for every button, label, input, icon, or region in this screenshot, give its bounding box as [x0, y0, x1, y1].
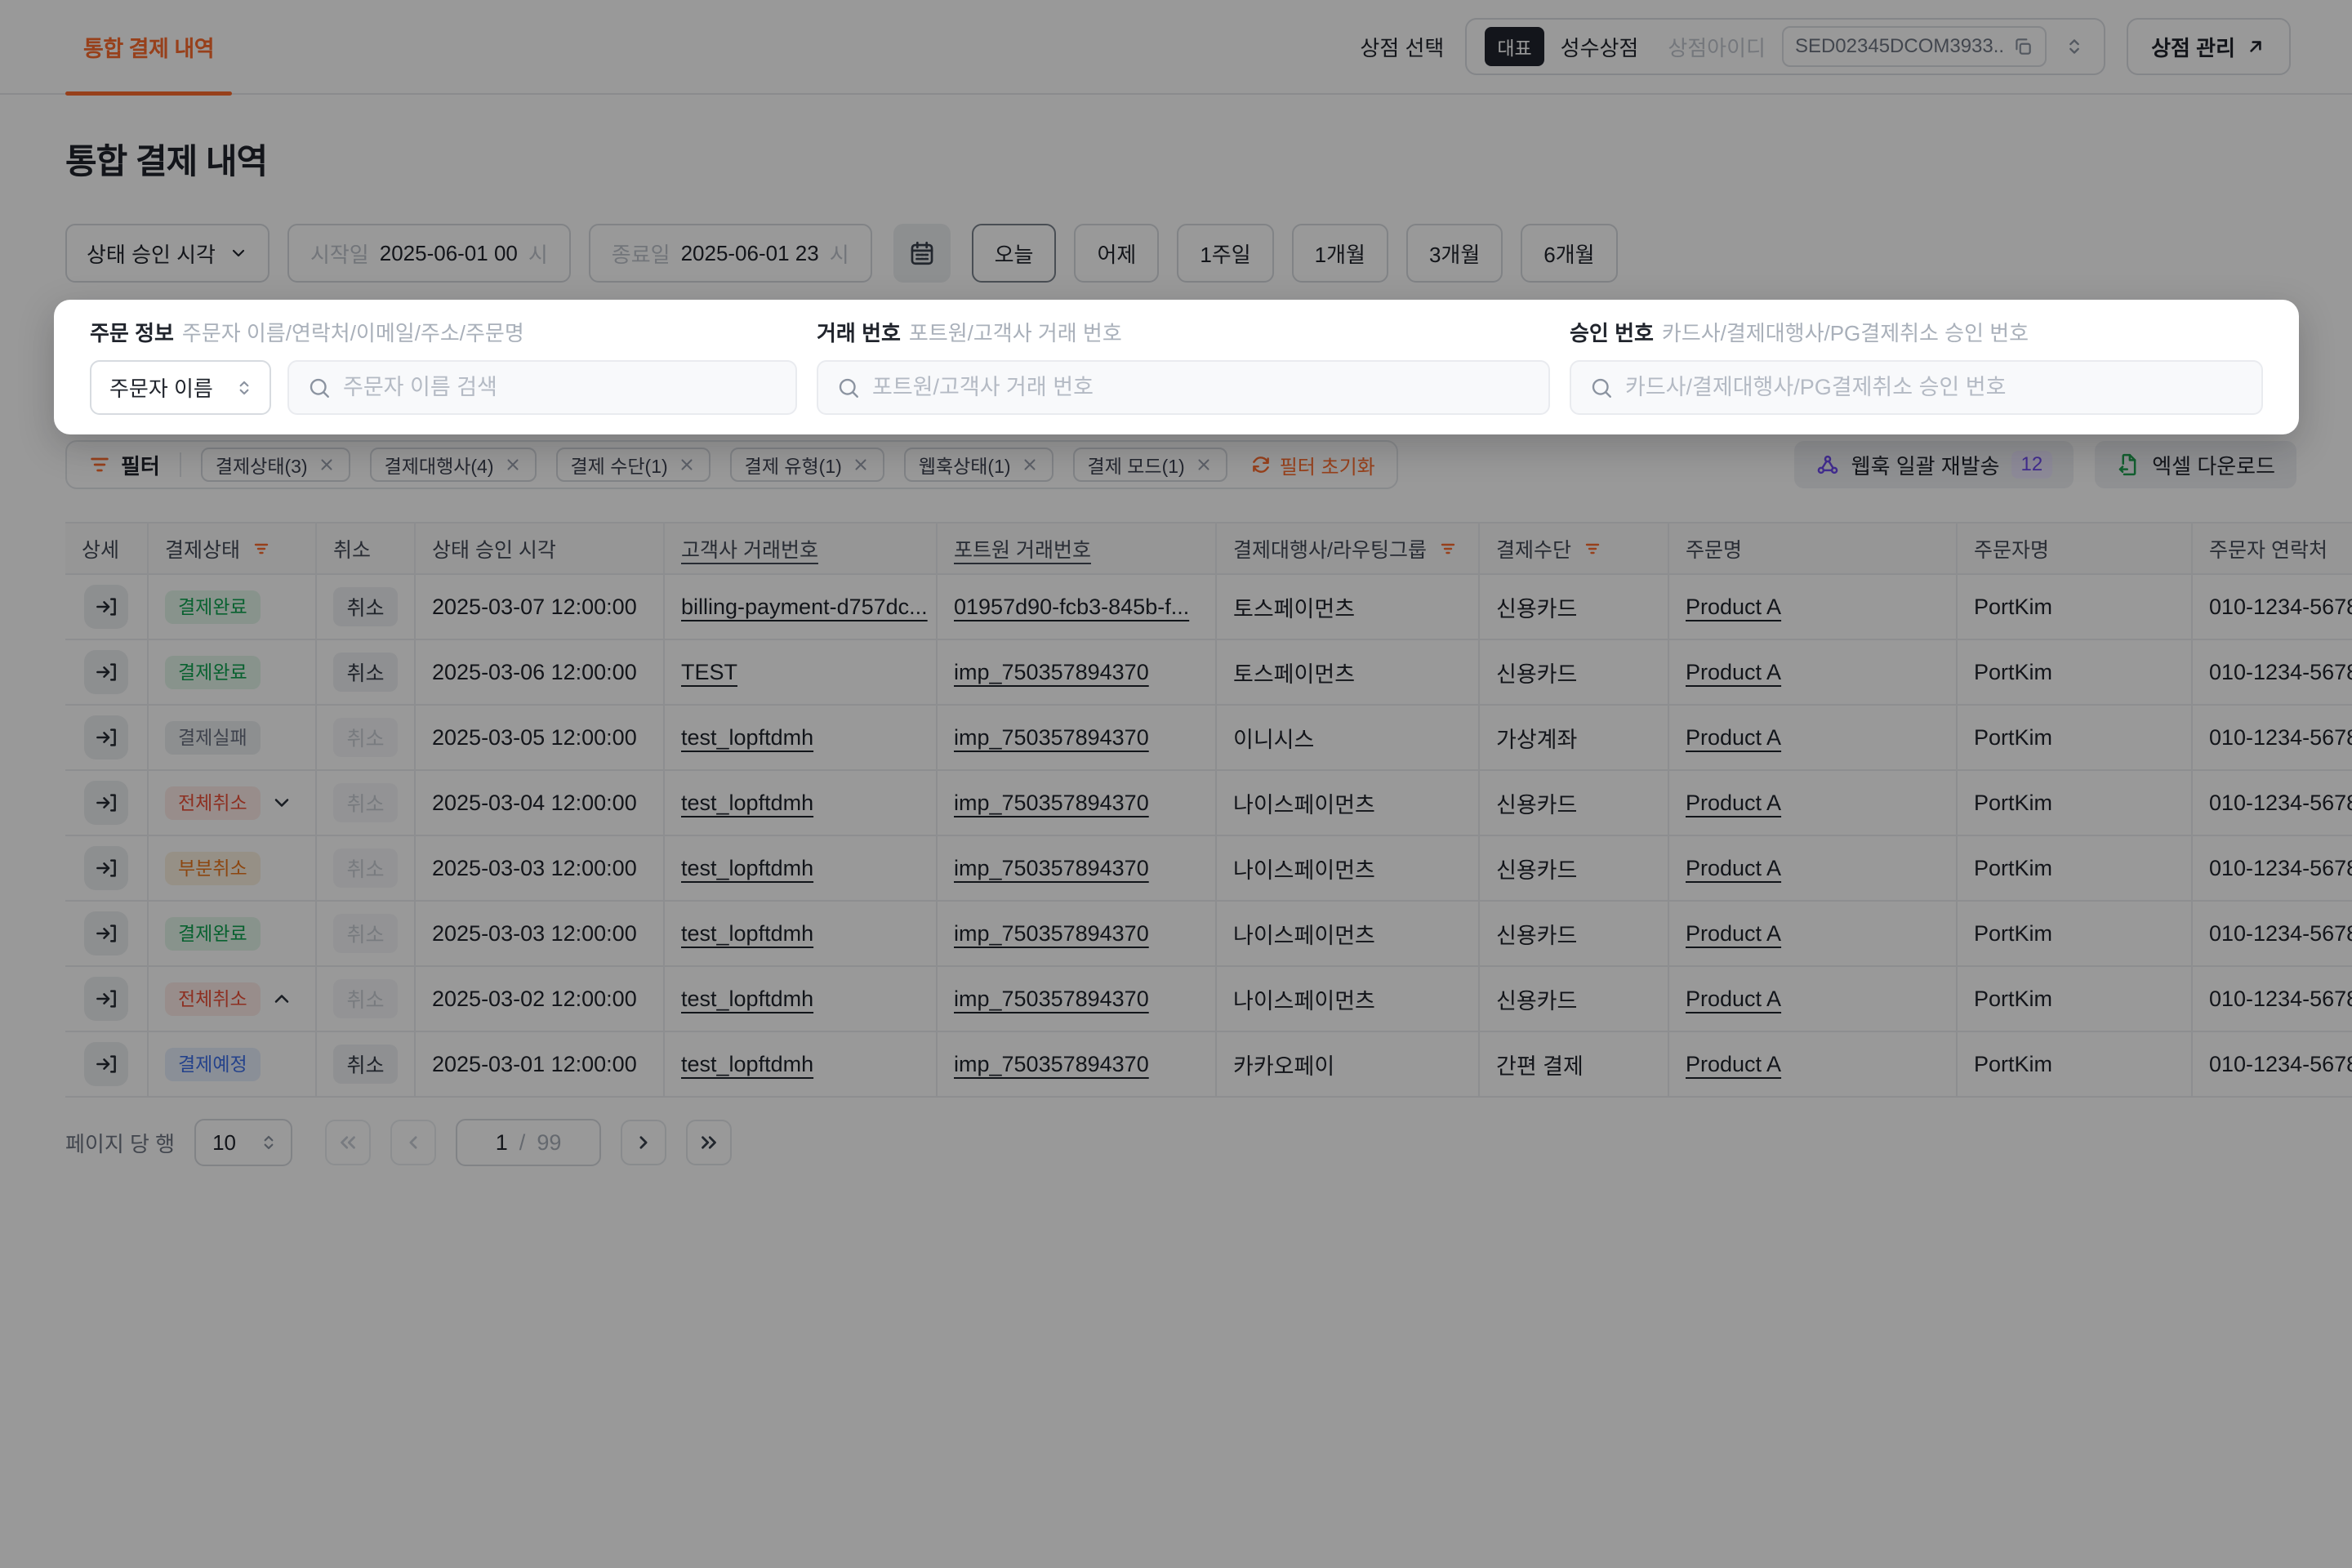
section-hint: 포트원/고객사 거래 번호 [909, 318, 1122, 349]
order-search-type-select[interactable]: 주문자 이름 [90, 360, 271, 415]
transaction-search-input[interactable] [872, 375, 1530, 400]
approval-search-input[interactable] [1625, 375, 2243, 400]
search-section-order: 주문 정보 주문자 이름/연락처/이메일/주소/주문명 주문자 이름 [90, 318, 797, 415]
transaction-search-field [817, 360, 1550, 415]
approval-search-field [1570, 360, 2263, 415]
section-title: 주문 정보 [90, 318, 174, 349]
search-section-label: 승인 번호 카드사/결제대행사/PG결제취소 승인 번호 [1570, 318, 2263, 349]
order-search-field [287, 360, 797, 415]
search-section-approval: 승인 번호 카드사/결제대행사/PG결제취소 승인 번호 [1570, 318, 2263, 415]
search-section-label: 거래 번호 포트원/고객사 거래 번호 [817, 318, 1550, 349]
search-section-transaction: 거래 번호 포트원/고객사 거래 번호 [817, 318, 1550, 415]
section-hint: 카드사/결제대행사/PG결제취소 승인 번호 [1662, 318, 2029, 349]
dim-overlay[interactable] [0, 0, 2352, 1568]
section-title: 승인 번호 [1570, 318, 1654, 349]
select-updown-icon [234, 377, 255, 399]
search-section-label: 주문 정보 주문자 이름/연락처/이메일/주소/주문명 [90, 318, 797, 349]
order-search-input[interactable] [343, 375, 777, 400]
search-icon [307, 376, 332, 400]
section-hint: 주문자 이름/연락처/이메일/주소/주문명 [182, 318, 524, 349]
search-icon [1589, 376, 1614, 400]
order-search-type-value: 주문자 이름 [109, 372, 213, 403]
section-title: 거래 번호 [817, 318, 901, 349]
search-panel: 주문 정보 주문자 이름/연락처/이메일/주소/주문명 주문자 이름 [54, 300, 2299, 434]
search-icon [836, 376, 861, 400]
